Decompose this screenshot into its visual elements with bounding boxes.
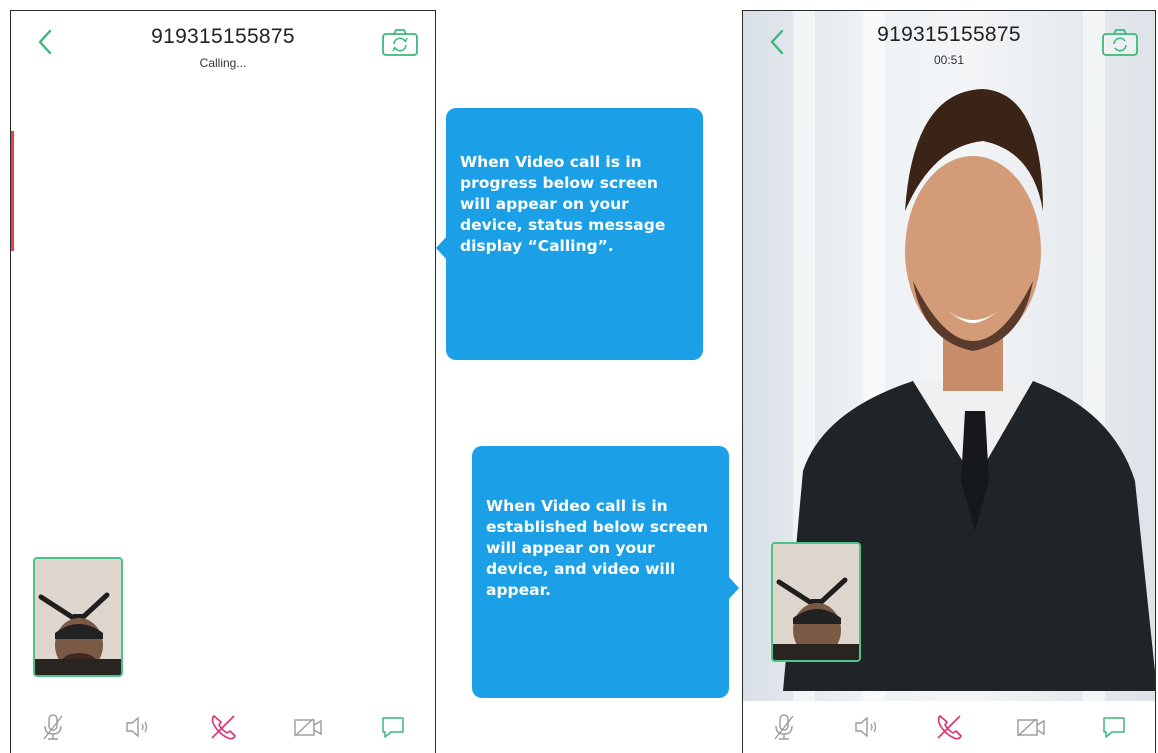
callee-number: 919315155875 bbox=[877, 23, 1021, 46]
call-timer: 00:51 bbox=[933, 53, 965, 67]
camera-switch-icon bbox=[382, 29, 418, 56]
mic-mute-icon bbox=[774, 714, 794, 740]
callee-number: 919315155875 bbox=[151, 25, 295, 48]
video-off-icon bbox=[1017, 718, 1046, 737]
self-video-preview[interactable] bbox=[33, 557, 123, 677]
video-toggle-button[interactable] bbox=[290, 709, 326, 745]
mic-mute-icon bbox=[43, 714, 63, 740]
end-call-icon bbox=[211, 715, 236, 740]
end-call-button[interactable] bbox=[931, 709, 967, 745]
speaker-button[interactable] bbox=[120, 709, 156, 745]
calling-screen: 919315155875 Calling... bbox=[10, 10, 436, 753]
chat-icon bbox=[1103, 717, 1125, 738]
speaker-button[interactable] bbox=[849, 709, 885, 745]
end-call-button[interactable] bbox=[205, 709, 241, 745]
callout-progress-text: When Video call is in progress below scr… bbox=[460, 153, 666, 255]
call-header: 919315155875 Calling... bbox=[11, 11, 435, 91]
mute-button[interactable] bbox=[766, 709, 802, 745]
self-portrait-image bbox=[35, 559, 121, 675]
self-video-preview[interactable] bbox=[771, 542, 861, 662]
switch-camera-button[interactable] bbox=[1101, 27, 1139, 57]
video-off-icon bbox=[294, 718, 322, 737]
callout-established-text: When Video call is in established below … bbox=[486, 497, 708, 599]
switch-camera-button[interactable] bbox=[381, 27, 419, 57]
callout-progress: When Video call is in progress below scr… bbox=[436, 108, 703, 360]
active-call-screen: 919315155875 00:51 bbox=[742, 10, 1156, 753]
callout-pointer bbox=[728, 576, 739, 600]
chat-button[interactable] bbox=[1096, 709, 1132, 745]
chat-icon bbox=[381, 717, 404, 738]
video-toggle-button[interactable] bbox=[1013, 709, 1049, 745]
end-call-icon bbox=[937, 715, 962, 740]
edge-marker bbox=[11, 131, 14, 251]
call-controls bbox=[11, 701, 435, 753]
call-status: Calling... bbox=[199, 56, 247, 70]
camera-switch-icon bbox=[1102, 29, 1138, 56]
callout-pointer bbox=[436, 236, 447, 260]
speaker-icon bbox=[126, 716, 148, 738]
call-header: 919315155875 00:51 bbox=[743, 11, 1155, 91]
mute-button[interactable] bbox=[35, 709, 71, 745]
speaker-icon bbox=[854, 716, 876, 738]
call-controls bbox=[743, 701, 1155, 753]
callout-established: When Video call is in established below … bbox=[472, 446, 739, 698]
chat-button[interactable] bbox=[375, 709, 411, 745]
self-portrait-image bbox=[773, 544, 859, 660]
